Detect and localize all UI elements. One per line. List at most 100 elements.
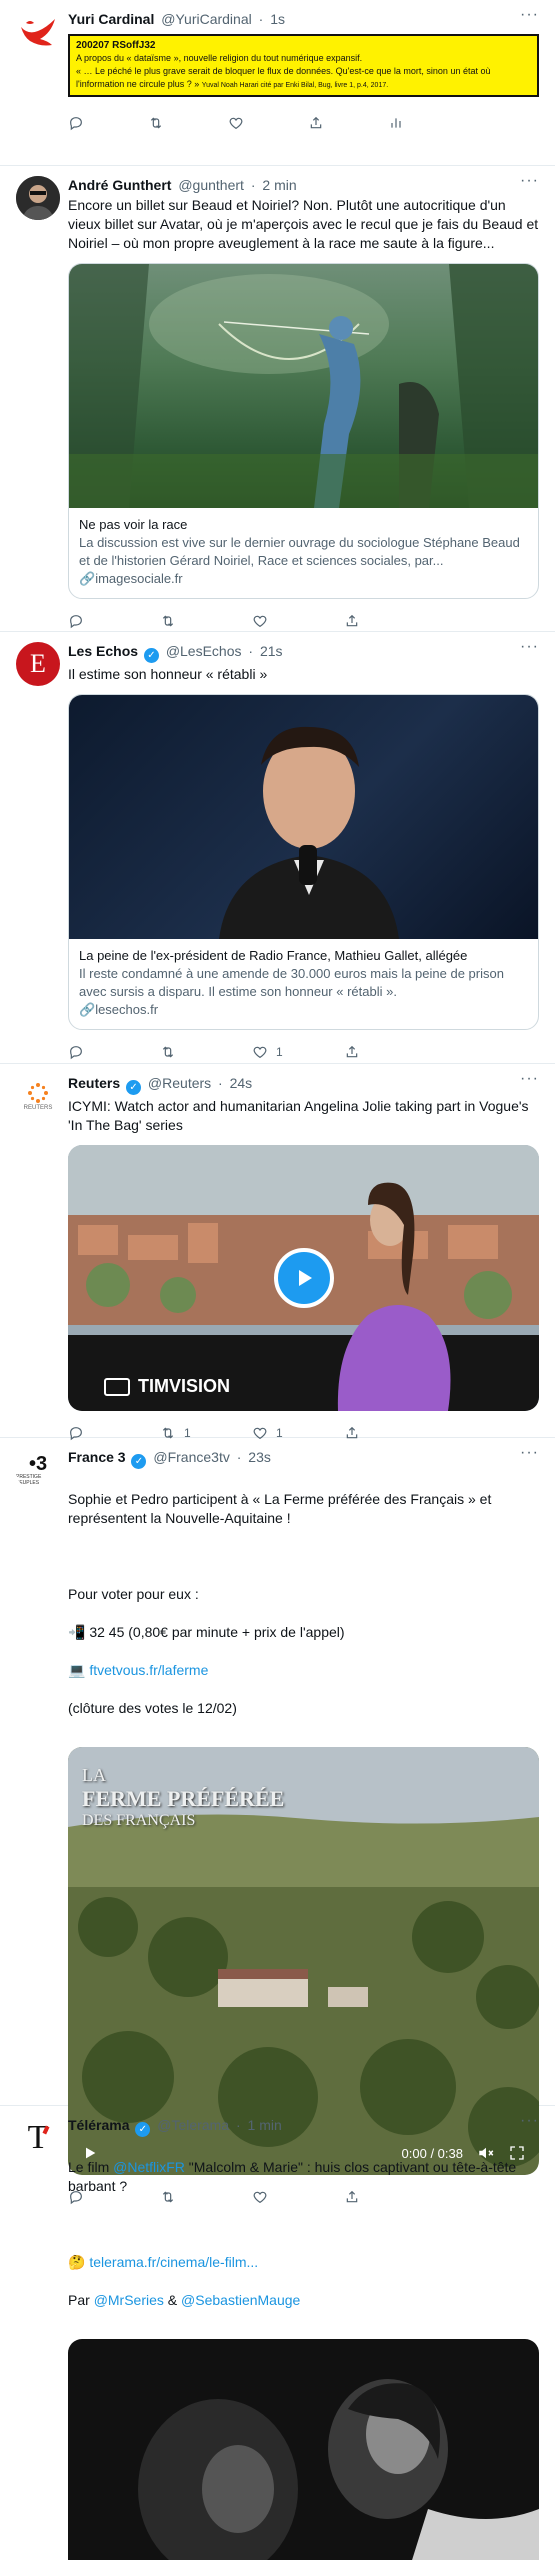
tweet[interactable]: •3 PRESTIGE PEUPLES ··· France 3 ✓ @Fran… xyxy=(0,1438,555,2205)
play-icon xyxy=(298,1270,312,1286)
tweet-header: France 3 ✓ @France3tv · 23s xyxy=(68,1449,271,1469)
more-options-icon[interactable]: ··· xyxy=(520,638,539,656)
reuters-logo-icon xyxy=(28,1083,48,1103)
verified-badge-icon: ✓ xyxy=(126,1080,142,1095)
laptop-icon: 💻 xyxy=(68,1662,86,1678)
mention-link[interactable]: @MrSeries xyxy=(94,2292,164,2308)
author-name[interactable]: Reuters xyxy=(68,1075,120,1091)
reply-icon xyxy=(70,117,82,131)
play-button[interactable] xyxy=(273,1248,334,1308)
tweet[interactable]: T ··· Télérama ✓ @Telerama · 1 min Le fi… xyxy=(0,2106,555,2560)
author-name[interactable]: Yuri Cardinal xyxy=(68,11,154,27)
timestamp[interactable]: 24s xyxy=(230,1075,253,1091)
reuters-label: REUTERS xyxy=(23,1105,53,1111)
heart-icon xyxy=(253,615,267,628)
verified-badge-icon: ✓ xyxy=(135,2122,151,2137)
avatar[interactable] xyxy=(16,176,60,220)
avatar[interactable]: REUTERS xyxy=(16,1074,60,1118)
card-body: La peine de l'ex-président de Radio Fran… xyxy=(69,939,538,1029)
film-still xyxy=(68,2339,539,2560)
mention-link[interactable]: @NetflixFR xyxy=(113,2159,185,2175)
more-options-icon[interactable]: ··· xyxy=(520,1070,539,1088)
quote-line: A propos du « dataïsme », nouvelle relig… xyxy=(76,53,363,63)
share-button[interactable] xyxy=(308,115,388,131)
mention-link[interactable]: @SebastienMauge xyxy=(181,2292,300,2308)
reply-icon xyxy=(70,1046,82,1060)
retweet-icon xyxy=(162,615,174,627)
avatar[interactable] xyxy=(16,10,60,54)
share-button[interactable] xyxy=(344,613,436,629)
avatar[interactable]: E xyxy=(16,642,60,686)
timestamp[interactable]: 2 min xyxy=(262,177,296,193)
tweet-header: Les Echos ✓ @LesEchos · 21s xyxy=(68,643,283,663)
tweet-image[interactable] xyxy=(68,2339,539,2560)
reply-button[interactable] xyxy=(68,1044,160,1060)
verified-badge-icon: ✓ xyxy=(131,1454,147,1469)
author-name[interactable]: France 3 xyxy=(68,1449,126,1465)
link-card[interactable]: Ne pas voir la race La discussion est vi… xyxy=(68,263,539,599)
like-button[interactable] xyxy=(252,613,344,629)
author-name[interactable]: André Gunthert xyxy=(68,177,171,193)
tv-icon xyxy=(104,1377,130,1396)
like-button[interactable] xyxy=(228,115,308,131)
retweet-button[interactable] xyxy=(160,1044,252,1060)
timestamp[interactable]: 23s xyxy=(248,1449,271,1465)
tweet[interactable]: E ··· Les Echos ✓ @LesEchos · 21s Il est… xyxy=(0,632,555,1064)
more-options-icon[interactable]: ··· xyxy=(520,6,539,24)
author-handle[interactable]: @Reuters xyxy=(148,1075,211,1091)
reply-button[interactable] xyxy=(68,115,148,131)
share-icon xyxy=(346,614,358,627)
timestamp[interactable]: 1s xyxy=(270,11,285,27)
like-button[interactable]: 1 xyxy=(252,1044,344,1060)
tweet[interactable]: REUTERS ··· Reuters ✓ @Reuters · 24s ICY… xyxy=(0,1064,555,1441)
more-options-icon[interactable]: ··· xyxy=(520,2112,539,2130)
video-title-overlay: LA FERME PRÉFÉRÉE DES FRANÇAIS xyxy=(82,1765,285,1829)
more-options-icon[interactable]: ··· xyxy=(520,1444,539,1462)
article-link[interactable]: telerama.fr/cinema/le-film... xyxy=(89,2254,258,2270)
share-icon xyxy=(310,116,322,129)
tweet-header: Télérama ✓ @Telerama · 1 min xyxy=(68,2117,282,2137)
author-name[interactable]: Télérama xyxy=(68,2117,129,2133)
thinking-face-icon: 🤔 xyxy=(68,2254,86,2270)
france3-sub: PRESTIGE PEUPLES xyxy=(16,1474,42,1486)
card-image xyxy=(69,695,538,939)
quote-image[interactable]: 200207 RSoffJ32 A propos du « dataïsme »… xyxy=(68,34,539,97)
tweet[interactable]: ··· André Gunthert @gunthert · 2 min Enc… xyxy=(0,166,555,632)
reply-icon xyxy=(70,615,82,629)
card-description: La discussion est vive sur le dernier ou… xyxy=(79,535,520,568)
analytics-button[interactable] xyxy=(388,115,468,131)
tweet[interactable]: ··· Yuri Cardinal @YuriCardinal · 1s 200… xyxy=(0,0,555,166)
timestamp[interactable]: 21s xyxy=(260,643,283,659)
more-options-icon[interactable]: ··· xyxy=(520,172,539,190)
card-domain: 🔗imagesociale.fr xyxy=(79,571,183,586)
quote-source: Yuval Noah Harari cité par Enki Bilal, B… xyxy=(201,82,389,89)
author-handle[interactable]: @LesEchos xyxy=(166,643,242,659)
author-name[interactable]: Les Echos xyxy=(68,643,138,659)
author-handle[interactable]: @YuriCardinal xyxy=(161,11,251,27)
tweet-text: Sophie et Pedro participent à « La Ferme… xyxy=(68,1491,492,1716)
author-handle[interactable]: @gunthert xyxy=(178,177,244,193)
link-icon: 🔗 xyxy=(79,1002,96,1017)
video-player[interactable]: TIMVISION xyxy=(68,1145,539,1411)
retweet-button[interactable] xyxy=(148,115,228,131)
avatar[interactable]: •3 PRESTIGE PEUPLES xyxy=(16,1448,60,1492)
card-title: La peine de l'ex-président de Radio Fran… xyxy=(79,948,468,963)
share-button[interactable] xyxy=(344,1044,436,1060)
tweet-text: Encore un billet sur Beaud et Noiriel? N… xyxy=(68,197,539,251)
like-count: 1 xyxy=(276,1045,283,1059)
vote-link[interactable]: ftvetvous.fr/laferme xyxy=(89,1662,208,1678)
card-domain: 🔗lesechos.fr xyxy=(79,1002,159,1017)
analytics-icon xyxy=(391,118,401,128)
tweet-actions xyxy=(68,105,468,141)
verified-badge-icon: ✓ xyxy=(143,648,159,663)
tweet-header: Yuri Cardinal @YuriCardinal · 1s xyxy=(68,11,285,27)
retweet-button[interactable] xyxy=(160,613,252,629)
author-handle[interactable]: @Telerama xyxy=(157,2117,229,2133)
quote-title: 200207 RSoffJ32 xyxy=(76,40,156,51)
avatar[interactable]: T xyxy=(16,2116,60,2160)
reply-button[interactable] xyxy=(68,613,160,629)
author-handle[interactable]: @France3tv xyxy=(153,1449,229,1465)
link-card[interactable]: La peine de l'ex-président de Radio Fran… xyxy=(68,694,539,1030)
timestamp[interactable]: 1 min xyxy=(248,2117,282,2133)
phone-icon: 📲 xyxy=(68,1624,86,1640)
